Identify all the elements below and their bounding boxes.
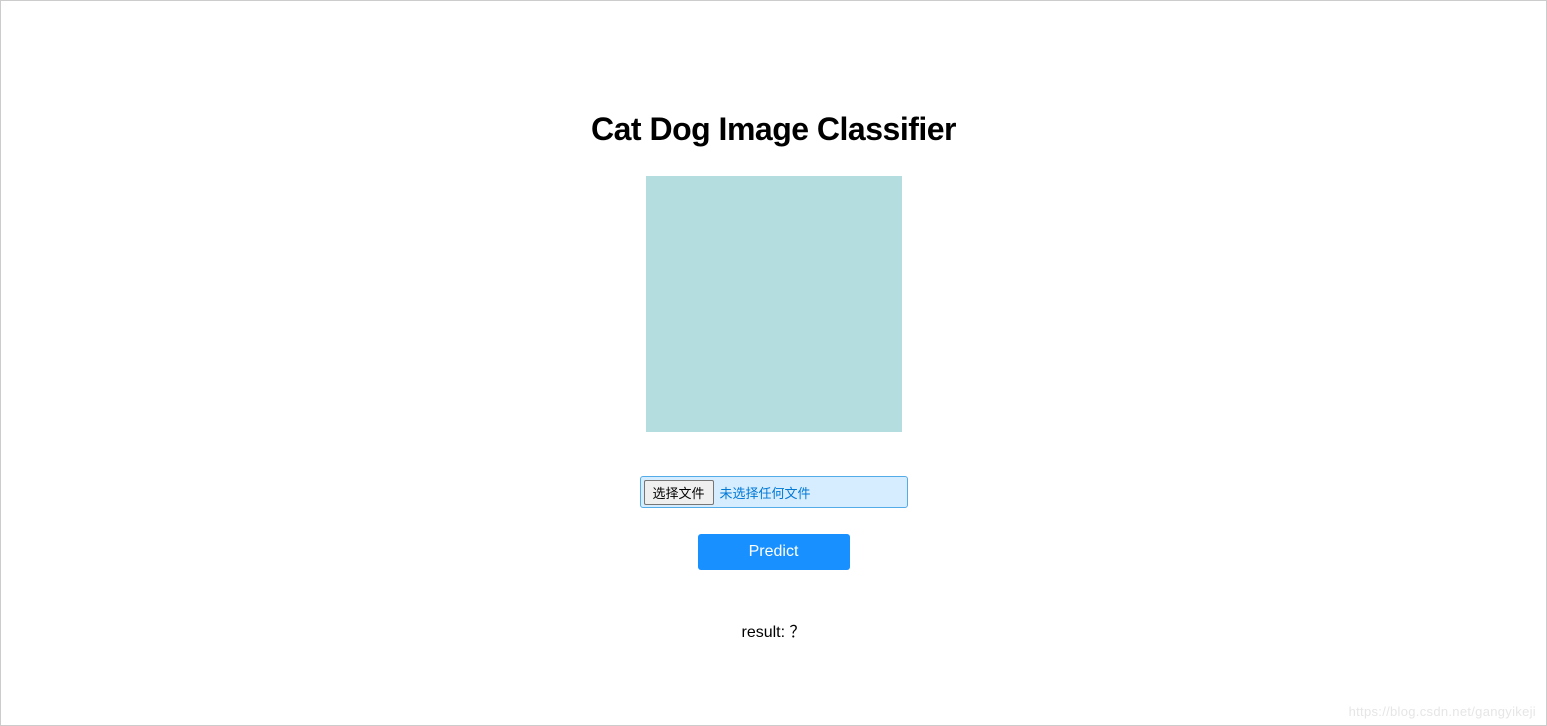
page-title: Cat Dog Image Classifier xyxy=(591,111,956,148)
main-container: Cat Dog Image Classifier 选择文件 未选择任何文件 Pr… xyxy=(1,1,1546,642)
image-preview-box xyxy=(646,176,902,432)
result-value: ？ xyxy=(790,624,806,641)
file-status-text: 未选择任何文件 xyxy=(720,483,811,502)
result-display: result: ？ xyxy=(741,618,805,642)
predict-button[interactable]: Predict xyxy=(698,534,850,570)
choose-file-button[interactable]: 选择文件 xyxy=(644,480,714,505)
file-input-wrapper[interactable]: 选择文件 未选择任何文件 xyxy=(640,476,908,508)
result-label: result: xyxy=(741,624,789,641)
watermark-text: https://blog.csdn.net/gangyikeji xyxy=(1349,704,1536,719)
